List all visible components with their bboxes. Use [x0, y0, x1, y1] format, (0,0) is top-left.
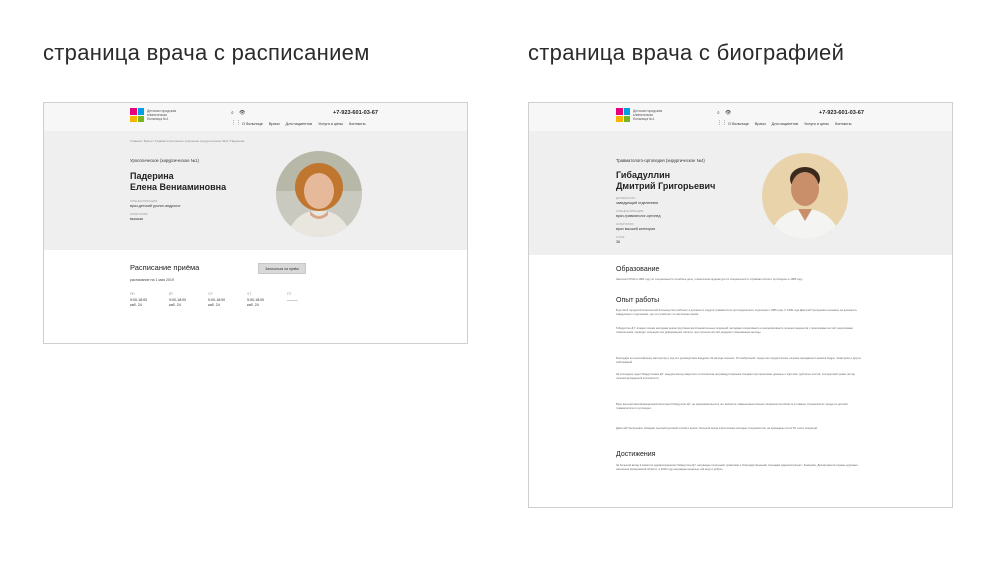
doctor-schedule-page: Детская городская клиническая больница №… — [43, 102, 468, 344]
clinic-logo[interactable] — [130, 108, 144, 122]
department-label: Урологическое (хирургическое №1) — [130, 158, 199, 163]
grid-menu-icon[interactable]: ⋮⋮ — [717, 120, 727, 126]
menu-item-patients[interactable]: Для пациентов — [772, 122, 798, 126]
visually-impaired-icon[interactable]: 👁 — [239, 110, 245, 116]
main-menu: О больнице Врачи Для пациентов Услуги и … — [242, 122, 365, 126]
experience-value: 36 — [616, 240, 620, 244]
menu-item-contacts[interactable]: Контакты — [835, 122, 851, 126]
category-value: врач высшей категории — [616, 227, 656, 231]
category-label: КАТЕГОРИЯ — [130, 212, 148, 216]
logo-text: Детская городская клиническая больница №… — [147, 109, 177, 121]
doctor-surname: Падерина — [130, 171, 174, 181]
clinic-logo[interactable] — [616, 108, 630, 122]
book-appointment-button[interactable]: Записаться на приём — [258, 263, 306, 274]
experience-paragraph: В детской городской клинической больнице… — [616, 309, 857, 316]
search-icon[interactable]: ⌕ — [717, 110, 720, 116]
phone-number[interactable]: +7-923-601-03-67 — [333, 110, 378, 116]
doctor-name: Падерина Елена Вениаминовна — [130, 171, 226, 192]
schedule-day: ВТ — [169, 292, 174, 296]
doctor-surname: Гибадуллин — [616, 170, 671, 180]
schedule-day: ПН — [130, 292, 135, 296]
section-title-education: Образование — [616, 266, 660, 273]
category-value: высшая — [130, 217, 144, 221]
main-menu: О больнице Врачи Для пациентов Услуги и … — [728, 122, 851, 126]
schedule-slot[interactable]: 9:00-18:00 каб. 24 — [169, 298, 186, 308]
doctor-hero: Травматолого-ортопедия (хирургическое №4… — [529, 131, 952, 255]
achievements-text: За большой вклад в развитие здравоохране… — [616, 464, 858, 471]
experience-paragraph: Благодаря его высочайшему мастерству и п… — [616, 357, 861, 364]
right-mockup-heading: страница врача с биографией — [528, 40, 845, 65]
specialization-value: врач-травматолог-ортопед — [616, 214, 661, 218]
doctor-photo — [276, 151, 362, 237]
schedule-day: СР — [208, 292, 213, 296]
experience-paragraph: Дмитрий Григорьевич обладает высокой дел… — [616, 427, 818, 430]
specialization-value: врач-детский уролог-андролог — [130, 204, 181, 208]
experience-paragraph: Врач высшей квалификационной категории Г… — [616, 403, 848, 410]
position-label: ДОЛЖНОСТЬ — [616, 196, 636, 200]
menu-item-about[interactable]: О больнице — [728, 122, 749, 126]
position-value: заведующий отделением — [616, 201, 658, 205]
specialization-label: СПЕЦИАЛИЗАЦИЯ — [130, 199, 158, 203]
schedule-day: ПТ — [287, 292, 292, 296]
menu-item-services[interactable]: Услуги и цены — [804, 122, 829, 126]
experience-paragraph: Гибадуллин Д.Г. владеет всеми методами р… — [616, 327, 853, 334]
schedule-slot[interactable]: 9:00-18:00 каб. 24 — [208, 298, 225, 308]
menu-item-doctors[interactable]: Врачи — [755, 122, 766, 126]
visually-impaired-icon[interactable]: 👁 — [725, 110, 731, 116]
doctor-first-names: Елена Вениаминовна — [130, 181, 227, 192]
schedule-day: ЧТ — [247, 292, 252, 296]
schedule-slot: ——— — [287, 298, 298, 302]
doctor-photo — [762, 153, 848, 239]
doctor-photo-image — [762, 153, 848, 239]
section-title-achievements: Достижения — [616, 451, 656, 458]
search-icon[interactable]: ⌕ — [231, 110, 234, 116]
schedule-slot[interactable]: 9:00-18:00 каб. 24 — [247, 298, 264, 308]
doctor-biography-page: Детская городская клиническая больница №… — [528, 102, 953, 508]
schedule-slot[interactable]: 9:00-18:00 каб. 24 — [130, 298, 147, 308]
site-header: Детская городская клиническая больница №… — [529, 103, 952, 131]
menu-item-services[interactable]: Услуги и цены — [318, 122, 343, 126]
left-mockup-heading: страница врача с расписанием — [43, 40, 370, 65]
experience-label: СТАЖ — [616, 235, 625, 239]
phone-number[interactable]: +7-923-601-03-67 — [819, 110, 864, 116]
doctor-photo-image — [276, 151, 362, 237]
breadcrumb[interactable]: Главная / Врачи / Травматологическое отд… — [130, 139, 244, 143]
logo-text: Детская городская клиническая больница №… — [633, 109, 663, 121]
department-label: Травматолого-ортопедия (хирургическое №4… — [616, 158, 705, 163]
menu-item-contacts[interactable]: Контакты — [349, 122, 365, 126]
menu-item-doctors[interactable]: Врачи — [269, 122, 280, 126]
education-text: Закончил КГМА в 1984 году по специальнос… — [616, 278, 803, 281]
category-label: КАТЕГОРИЯ — [616, 222, 634, 226]
doctor-name: Гибадуллин Дмитрий Григорьевич — [616, 170, 715, 191]
doctor-first-names: Дмитрий Григорьевич — [616, 180, 716, 191]
site-header: Детская городская клиническая больница №… — [44, 103, 467, 131]
schedule-title: Расписание приёма — [130, 263, 200, 272]
grid-menu-icon[interactable]: ⋮⋮ — [231, 120, 241, 126]
menu-item-about[interactable]: О больнице — [242, 122, 263, 126]
specialization-label: СПЕЦИАЛИЗАЦИЯ — [616, 209, 644, 213]
doctor-hero: Главная / Врачи / Травматологическое отд… — [44, 131, 467, 250]
section-title-experience: Опыт работы — [616, 297, 660, 304]
menu-item-patients[interactable]: Для пациентов — [286, 122, 312, 126]
schedule-date: расписание на 1 мая 2019 — [130, 278, 174, 282]
experience-paragraph: За последние годы Гибадуллиным Д.Г. внед… — [616, 373, 855, 380]
